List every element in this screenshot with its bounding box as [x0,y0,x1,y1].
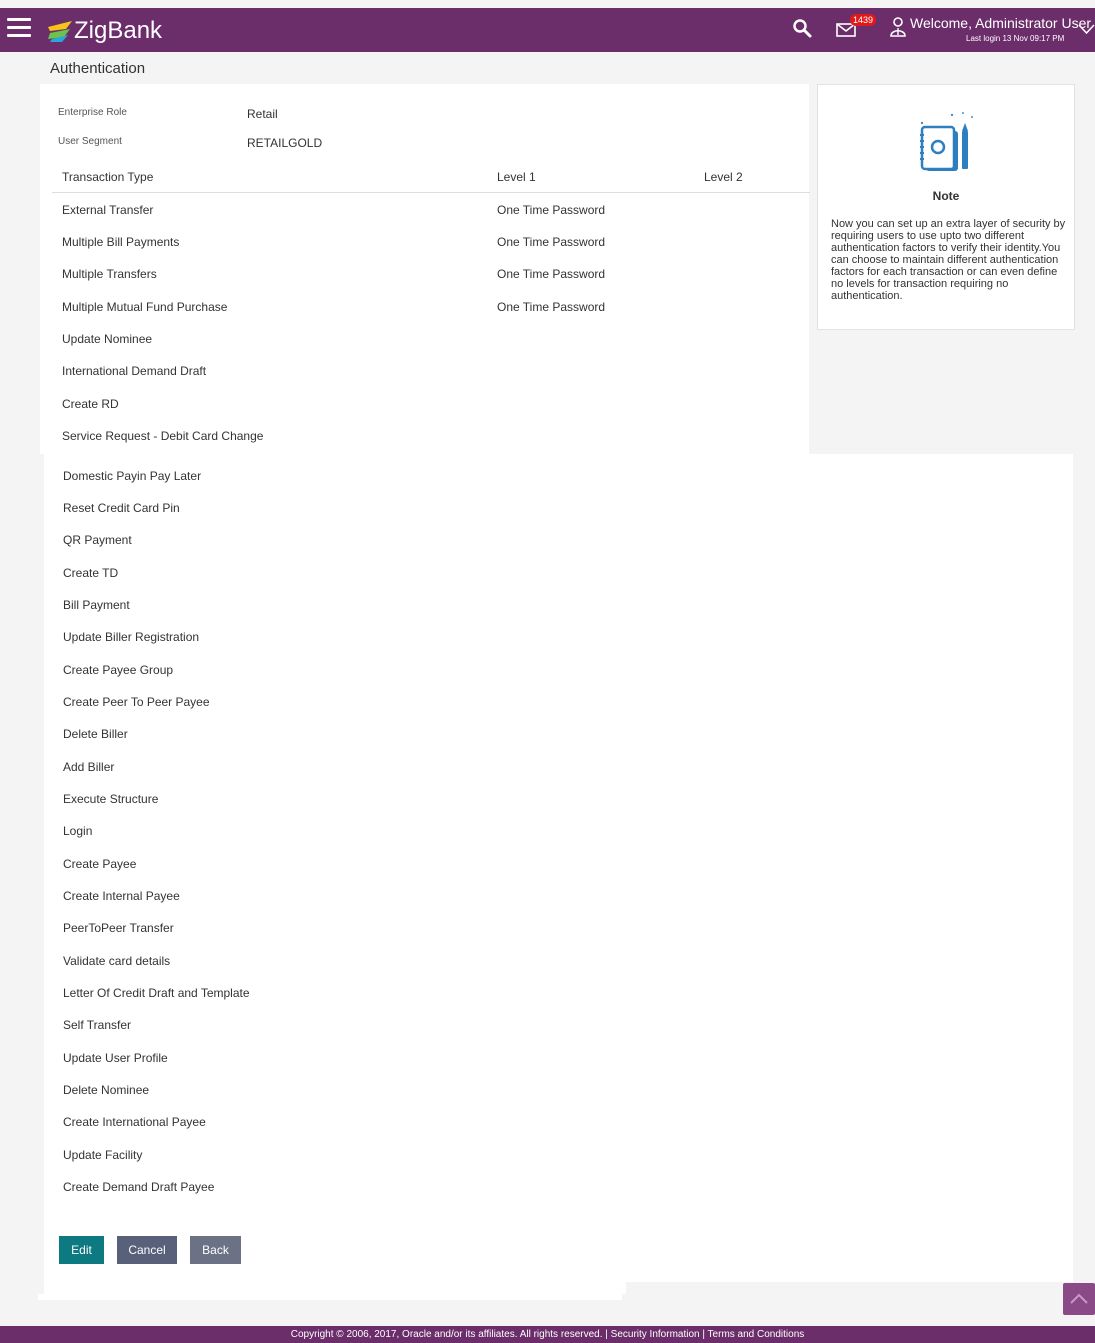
enterprise-role-value: Retail [247,107,278,121]
table-row: Update Biller Registration [63,630,200,644]
table-row: Create RD [62,397,119,411]
level-1-cell: One Time Password [497,300,606,314]
note-title: Note [932,189,960,203]
table-row: Create TD [63,566,119,580]
column-header-level-1: Level 1 [497,170,536,184]
table-row: Delete Biller [63,727,128,741]
scroll-to-top-button[interactable] [1063,1283,1095,1315]
top-navigation-bar: ZigBank 1439 Welcome, Administrator User… [0,8,1095,52]
zigbank-logo-icon [48,21,72,42]
panel-bottom-strip-2 [38,1294,622,1300]
welcome-message[interactable]: Welcome, Administrator User [910,15,1091,31]
enterprise-role-label: Enterprise Role [58,107,127,118]
table-row: Self Transfer [63,1018,132,1032]
table-row: Add Biller [63,760,115,774]
table-row: Update User Profile [63,1051,168,1065]
chevron-down-icon[interactable] [1078,23,1095,35]
hamburger-menu-icon[interactable] [7,18,31,40]
transaction-type-cell: Multiple Mutual Fund Purchase [62,300,228,314]
table-row: Create Peer To Peer Payee [63,695,210,709]
table-row: Execute Structure [63,792,159,806]
notebook-pen-icon [920,112,973,171]
table-header-divider [52,192,810,193]
table-row: Login [63,824,93,838]
search-icon[interactable] [791,17,815,41]
table-row: Domestic Payin Pay Later [63,469,202,483]
level-1-cell: One Time Password [497,235,606,249]
user-segment-label: User Segment [58,136,122,147]
table-row: Delete Nominee [63,1083,150,1097]
mail-count-badge: 1439 [850,14,877,26]
brand-name[interactable]: ZigBank [74,16,162,46]
column-header-level-2: Level 2 [704,170,743,184]
table-row: Create Demand Draft Payee [63,1180,215,1194]
table-row: Create International Payee [63,1115,206,1129]
table-row: Validate card details [63,954,171,968]
column-header-transaction-type: Transaction Type [62,170,154,184]
table-row: Create Payee [63,857,137,871]
edit-button[interactable]: Edit [59,1236,104,1264]
transaction-type-cell: Multiple Bill Payments [62,235,180,249]
level-1-cell: One Time Password [497,267,606,281]
table-row: Update Nominee [62,332,153,346]
table-row: PeerToPeer Transfer [63,921,174,935]
user-segment-value: RETAILGOLD [247,136,323,150]
table-row: Reset Credit Card Pin [63,501,180,515]
table-row: Create Internal Payee [63,889,180,903]
note-panel: Note Now you can set up an extra layer o… [817,84,1075,330]
table-row: Update Facility [63,1148,143,1162]
footer-copyright: Copyright © 2006, 2017, Oracle and/or it… [0,1326,1095,1343]
table-row: QR Payment [63,533,132,547]
last-login-text: Last login 13 Nov 09:17 PM [966,34,1065,43]
table-row: Letter Of Credit Draft and Template [63,986,250,1000]
table-row: Create Payee Group [63,663,174,677]
table-row: Bill Payment [63,598,130,612]
table-row: International Demand Draft [62,364,207,378]
cancel-button[interactable]: Cancel [117,1236,177,1264]
table-row: Service Request - Debit Card Change [62,429,264,443]
main-panel-lower [44,454,1073,1282]
transaction-type-cell: Multiple Transfers [62,267,157,281]
page-title: Authentication [50,60,146,77]
back-button[interactable]: Back [190,1236,241,1264]
transaction-type-cell: External Transfer [62,203,154,217]
user-icon[interactable] [889,16,907,40]
panel-bottom-strip [44,1282,626,1294]
note-text: Now you can set up an extra layer of sec… [831,218,1066,302]
chevron-up-icon [1070,1293,1088,1304]
level-1-cell: One Time Password [497,203,606,217]
